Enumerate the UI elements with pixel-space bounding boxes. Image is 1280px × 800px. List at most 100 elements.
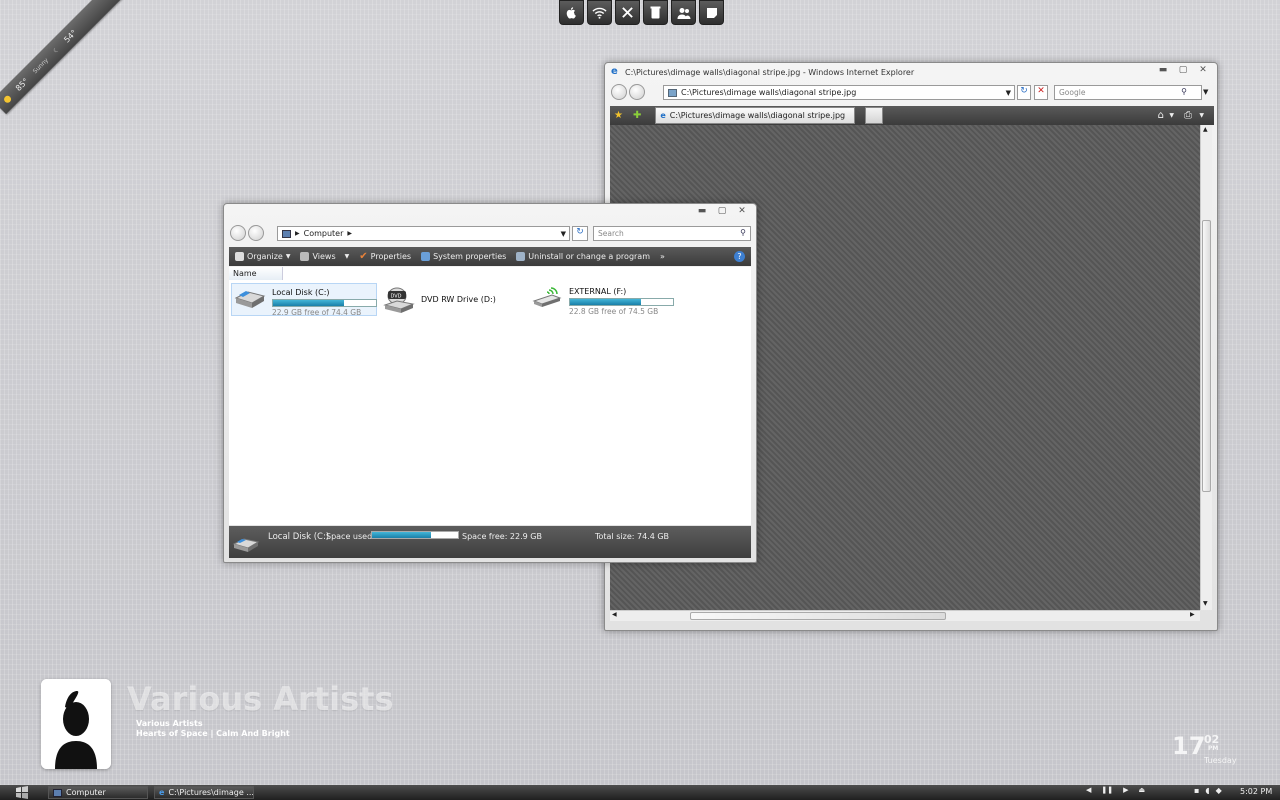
drive-free-space: 22.9 GB free of 74.4 GB [272,308,362,317]
address-dropdown-icon[interactable]: ▼ [1006,89,1011,97]
drive-local-disk-c[interactable]: Local Disk (C:) 22.9 GB free of 74.4 GB [231,283,377,317]
previous-track-icon[interactable]: ◀ [1086,786,1091,794]
vertical-scroll-thumb[interactable] [1202,220,1211,492]
users-icon[interactable] [671,0,696,25]
drive-free-space: 22.8 GB free of 74.5 GB [569,307,659,316]
scroll-down-arrow[interactable]: ▼ [1203,600,1208,607]
top-dock [559,0,724,25]
back-button[interactable] [611,84,627,100]
clock-ampm: PM [1208,745,1219,752]
pause-icon[interactable]: ❚❚ [1101,786,1113,794]
drive-external-f[interactable]: EXTERNAL (F:) 22.8 GB free of 74.5 GB [529,283,675,316]
svg-text:DVD: DVD [391,294,402,300]
apple-icon[interactable] [559,0,584,25]
breadcrumb[interactable]: Computer [304,229,344,238]
uninstall-button[interactable]: Uninstall or change a program [516,252,650,261]
clock-hour: 17 [1172,732,1206,760]
computer-icon [53,788,62,797]
search-options-icon[interactable]: ▼ [1203,88,1208,96]
sun-icon [2,93,13,104]
status-drive-name: Local Disk (C:) [268,532,330,542]
trash-icon[interactable] [643,0,668,25]
home-dropdown-icon[interactable]: ▼ [1169,112,1174,119]
ie-search-input[interactable]: Google ⚲ [1054,85,1202,100]
network-icon[interactable]: ▪ [1194,786,1199,795]
breadcrumb-arrow-icon[interactable]: ▶ [347,230,352,237]
taskbar-item-computer[interactable]: Computer [48,786,148,799]
breadcrumb-arrow-icon[interactable]: ▶ [295,230,300,237]
maximize-button[interactable]: ▢ [1177,65,1189,75]
tools-icon[interactable] [615,0,640,25]
print-dropdown-icon[interactable]: ▼ [1199,112,1204,119]
maximize-button[interactable]: ▢ [716,206,728,216]
ie-tab[interactable]: e C:\Pictures\dimage walls\diagonal stri… [655,107,856,124]
stop-button[interactable]: ✕ [1034,85,1048,100]
ie-search-placeholder: Google [1059,88,1086,97]
favorites-star-icon[interactable]: ★ [614,110,623,121]
close-button[interactable]: ✕ [736,206,748,216]
vertical-scrollbar[interactable]: ▲ ▼ [1200,125,1212,610]
drive-usage-bar [569,298,674,306]
back-button[interactable] [230,225,246,241]
search-icon[interactable]: ⚲ [1181,87,1187,96]
volume-icon[interactable]: ◖ [1205,786,1209,795]
hard-disk-icon [234,286,266,308]
drive-name: DVD RW Drive (D:) [421,295,496,304]
add-favorites-icon[interactable]: ✚ [633,110,641,121]
horizontal-scroll-thumb[interactable] [690,612,946,620]
more-commands-button[interactable]: » [660,252,665,261]
eject-icon[interactable]: ⏏ [1139,786,1146,794]
ie-address-bar[interactable]: C:\Pictures\dimage walls\diagonal stripe… [663,85,1015,100]
explorer-window[interactable]: ▬ ▢ ✕ ▶ Computer ▶ ▼ ↻ Search ⚲ Organize… [223,203,757,563]
views-icon [300,252,310,261]
help-icon[interactable]: ? [734,251,745,262]
status-usage-fill [372,532,432,538]
status-space-used-label: Space used: [326,532,375,541]
start-button[interactable] [3,785,41,800]
properties-button[interactable]: ✔ Properties [359,251,411,262]
explorer-content-area[interactable]: Name Local Disk (C:) 22.9 GB free of 74.… [229,267,751,525]
ie-address-text: C:\Pictures\dimage walls\diagonal stripe… [681,88,857,97]
address-dropdown-icon[interactable]: ▼ [561,230,566,238]
print-icon[interactable]: ⎙ [1184,110,1192,121]
status-drive-icon [232,534,260,556]
weather-ribbon: 85° Sunny ☾ 54° [0,0,155,115]
organize-button[interactable]: Organize ▼ [235,252,290,261]
album-art[interactable] [41,679,111,769]
new-tab-button[interactable] [865,107,884,124]
scroll-right-arrow[interactable]: ▶ [1190,611,1195,618]
forward-button[interactable] [248,225,264,241]
system-properties-button[interactable]: System properties [421,252,506,261]
computer-icon [282,229,291,238]
minimize-button[interactable]: ▬ [696,206,708,216]
close-button[interactable]: ✕ [1197,65,1209,75]
home-icon[interactable]: ⌂ [1158,110,1164,121]
system-properties-icon [421,252,431,261]
ie-tab-label: C:\Pictures\dimage walls\diagonal stripe… [669,111,846,120]
page-icon [668,88,677,97]
horizontal-scrollbar[interactable]: ◀ ▶ [610,610,1200,621]
notes-icon[interactable] [699,0,724,25]
taskbar-item-ie[interactable]: e C:\Pictures\dimage ... [154,786,254,799]
organize-icon [235,252,244,261]
explorer-address-bar[interactable]: ▶ Computer ▶ ▼ [277,226,570,241]
scroll-left-arrow[interactable]: ◀ [612,611,617,618]
explorer-search-input[interactable]: Search ⚲ [593,226,751,241]
wifi-icon[interactable] [587,0,612,25]
drive-dvd-rw-d[interactable]: DVD DVD RW Drive (D:) [381,285,521,318]
music-artist-large: Various Artists [127,680,394,718]
column-header-name[interactable]: Name [229,267,283,280]
views-button[interactable]: Views ▼ [300,252,349,261]
minimize-button[interactable]: ▬ [1157,65,1169,75]
moon-icon: ☾ [51,45,61,55]
ie-tab-bar: ★ ✚ e C:\Pictures\dimage walls\diagonal … [610,106,1214,125]
search-icon[interactable]: ⚲ [740,228,746,237]
refresh-button[interactable]: ↻ [572,226,588,241]
forward-button[interactable] [629,84,645,100]
explorer-search-placeholder: Search [598,229,624,238]
next-track-icon[interactable]: ▶ [1123,786,1128,794]
security-icon[interactable]: ◆ [1216,786,1222,795]
taskbar-clock[interactable]: 5:02 PM [1240,787,1272,796]
scroll-up-arrow[interactable]: ▲ [1203,126,1208,133]
refresh-button[interactable]: ↻ [1017,85,1031,100]
